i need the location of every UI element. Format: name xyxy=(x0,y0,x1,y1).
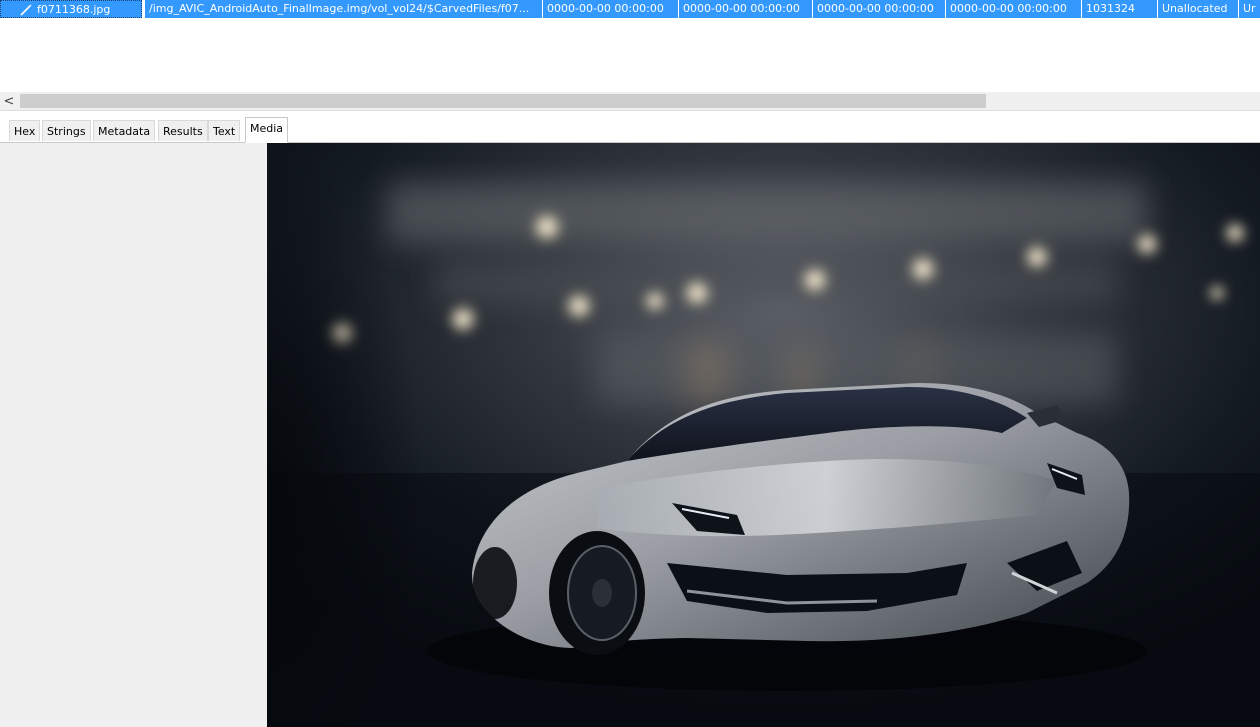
modified-time-cell[interactable]: 0000-00-00 00:00:00 xyxy=(543,0,679,18)
access-time-cell[interactable]: 0000-00-00 00:00:00 xyxy=(813,0,946,18)
horizontal-scrollbar[interactable]: < xyxy=(0,92,1260,111)
created-time-cell[interactable]: 0000-00-00 00:00:00 xyxy=(946,0,1082,18)
autopsy-window: f0711368.jpg /img_AVIC_AndroidAuto_Final… xyxy=(0,0,1260,727)
tab-results[interactable]: Results xyxy=(158,120,208,141)
car-photo xyxy=(267,143,1260,727)
tab-strings[interactable]: Strings xyxy=(42,120,91,141)
tab-media[interactable]: Media xyxy=(245,117,289,143)
tab-metadata[interactable]: Metadata xyxy=(93,120,156,141)
flags-meta-cell[interactable]: Ur xyxy=(1239,0,1260,18)
media-viewer xyxy=(267,143,1260,727)
table-row[interactable]: f0711368.jpg /img_AVIC_AndroidAuto_Final… xyxy=(0,0,1260,18)
tab-hex[interactable]: Hex xyxy=(9,120,41,141)
path-cell[interactable]: /img_AVIC_AndroidAuto_FinalImage.img/vol… xyxy=(145,0,543,18)
change-time-cell[interactable]: 0000-00-00 00:00:00 xyxy=(679,0,813,18)
scrollbar-thumb[interactable] xyxy=(20,94,986,108)
file-name-cell[interactable]: f0711368.jpg xyxy=(0,0,142,18)
pencil-icon xyxy=(20,4,32,16)
content-viewer-tabs: Hex Strings Metadata Results Text Media xyxy=(0,117,1260,143)
size-cell[interactable]: 1031324 xyxy=(1082,0,1158,18)
scroll-left-arrow[interactable]: < xyxy=(0,92,18,110)
flags-dir-cell[interactable]: Unallocated xyxy=(1158,0,1239,18)
viewer-side-pane xyxy=(0,143,267,727)
tab-text[interactable]: Text xyxy=(208,120,241,141)
